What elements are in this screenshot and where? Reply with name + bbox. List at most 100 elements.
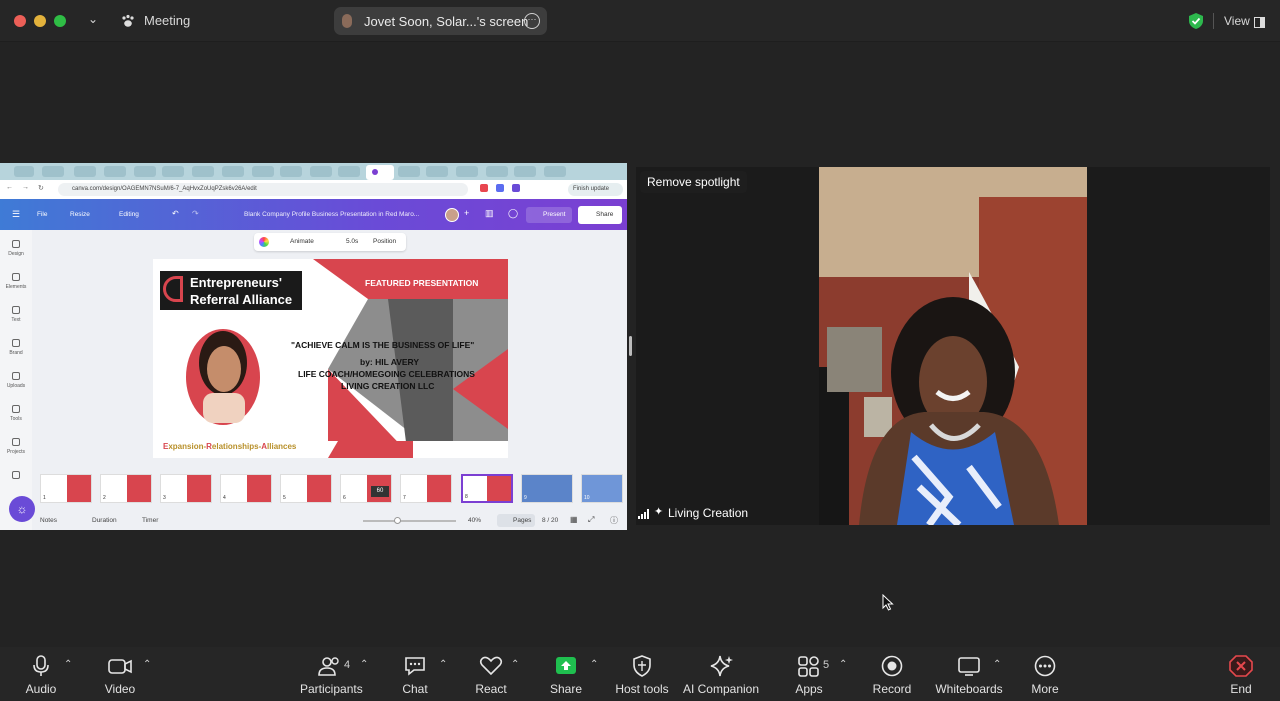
- sidebar-item-brand[interactable]: Brand: [0, 339, 32, 356]
- plus-icon[interactable]: +: [464, 208, 469, 218]
- view-layout-icon[interactable]: [1254, 15, 1265, 33]
- video-button[interactable]: Video: [100, 647, 140, 701]
- split-handle[interactable]: [629, 336, 632, 356]
- participants-button[interactable]: Participants: [300, 647, 363, 701]
- page-thumbnail[interactable]: 3: [160, 474, 212, 503]
- color-picker-icon[interactable]: [259, 237, 269, 247]
- file-menu[interactable]: File: [37, 211, 47, 218]
- view-button[interactable]: View: [1224, 14, 1250, 28]
- page-thumbnail[interactable]: 5: [280, 474, 332, 503]
- participants-count: 4: [344, 659, 351, 671]
- browser-tab-strip[interactable]: [0, 163, 627, 180]
- editing-menu[interactable]: Editing: [119, 211, 139, 218]
- video-camera-icon: [107, 655, 133, 677]
- timer-button[interactable]: Timer: [142, 517, 158, 524]
- page-thumbnail[interactable]: 6 60: [340, 474, 392, 503]
- zoom-level[interactable]: 40%: [468, 517, 481, 524]
- page-thumbnail[interactable]: 7: [400, 474, 452, 503]
- whiteboards-options-chevron-icon[interactable]: ⌃: [993, 659, 1001, 670]
- close-window-button[interactable]: [14, 15, 26, 27]
- grid-view-icon[interactable]: ▦: [570, 515, 578, 524]
- elements-icon: [12, 273, 20, 281]
- react-button[interactable]: React: [470, 647, 512, 701]
- page-thumbnail[interactable]: 2: [100, 474, 152, 503]
- extension-icon[interactable]: [496, 184, 504, 192]
- extension-icon[interactable]: [512, 184, 520, 192]
- shared-screen[interactable]: ← → ↻ canva.com/design/OAGEMN7NSuM/6-7_A…: [0, 163, 627, 530]
- folder-icon: [12, 438, 20, 446]
- page-thumbnail[interactable]: 10: [581, 474, 623, 503]
- maximize-window-button[interactable]: [54, 15, 66, 27]
- chat-options-chevron-icon[interactable]: ⌃: [439, 659, 447, 670]
- avatar[interactable]: [445, 208, 459, 222]
- more-button[interactable]: More: [1025, 647, 1065, 701]
- duration-badge: 60: [371, 486, 389, 497]
- heart-icon: [478, 655, 504, 677]
- share-button[interactable]: Share: [578, 206, 622, 224]
- sidebar-item-apps[interactable]: [0, 471, 32, 482]
- remove-spotlight-button[interactable]: Remove spotlight: [640, 171, 747, 193]
- extension-icon[interactable]: [480, 184, 488, 192]
- reload-icon[interactable]: ↻: [38, 184, 44, 192]
- share-options-chevron-icon[interactable]: ⌃: [590, 659, 598, 670]
- present-button[interactable]: Present: [526, 207, 572, 223]
- minimize-window-button[interactable]: [34, 15, 46, 27]
- sidebar-item-tools[interactable]: Tools: [0, 405, 32, 422]
- more-options-icon[interactable]: ⋯: [524, 13, 540, 29]
- comment-icon[interactable]: ◯: [508, 208, 518, 219]
- resize-menu[interactable]: Resize: [70, 211, 90, 218]
- react-label: React: [475, 682, 507, 696]
- menu-icon[interactable]: ☰: [12, 209, 20, 220]
- url-field[interactable]: canva.com/design/OAGEMN7NSuM/6-7_AqHvxZo…: [58, 183, 468, 196]
- document-title[interactable]: Blank Company Profile Business Presentat…: [244, 211, 419, 218]
- apps-options-chevron-icon[interactable]: ⌃: [839, 659, 847, 670]
- fullscreen-icon[interactable]: ⤢: [588, 515, 594, 525]
- canva-top-bar: ☰ File Resize Editing ↶ ↷ Blank Company …: [0, 199, 627, 230]
- back-icon[interactable]: ←: [6, 184, 13, 191]
- apps-button[interactable]: Apps: [788, 647, 830, 701]
- finish-update-button[interactable]: Finish update: [568, 183, 623, 196]
- help-icon[interactable]: ⓘ: [610, 515, 618, 526]
- sidebar-item-uploads[interactable]: Uploads: [0, 372, 32, 389]
- position-button[interactable]: Position: [373, 238, 396, 245]
- host-tools-button[interactable]: Host tools: [612, 647, 672, 701]
- zoom-slider-handle[interactable]: [394, 517, 401, 524]
- company-logo: Entrepreneurs' Referral Alliance: [160, 271, 302, 310]
- react-options-chevron-icon[interactable]: ⌃: [511, 659, 519, 670]
- end-meeting-button[interactable]: End: [1222, 647, 1260, 701]
- redo-icon[interactable]: ↷: [192, 209, 199, 218]
- page-thumbnail[interactable]: 9: [521, 474, 573, 503]
- mouse-cursor-icon: [882, 593, 894, 616]
- video-options-chevron-icon[interactable]: ⌃: [143, 659, 151, 670]
- share-screen-button[interactable]: Share: [546, 647, 586, 701]
- sidebar-item-design[interactable]: Design: [0, 240, 32, 257]
- audio-button[interactable]: Audio: [20, 647, 62, 701]
- undo-icon[interactable]: ↶: [172, 209, 179, 218]
- sidebar-item-projects[interactable]: Projects: [0, 438, 32, 455]
- screen-share-pill[interactable]: Jovet Soon, Solar...'s screen ⋯: [334, 7, 547, 35]
- pages-button[interactable]: Pages: [497, 514, 535, 527]
- page-thumbnail-selected[interactable]: 8: [461, 474, 513, 503]
- animate-button[interactable]: Animate: [290, 238, 314, 245]
- duration-button[interactable]: Duration: [92, 517, 117, 524]
- whiteboards-button[interactable]: Whiteboards: [934, 647, 1004, 701]
- audio-options-chevron-icon[interactable]: ⌃: [64, 659, 72, 670]
- forward-icon[interactable]: →: [22, 184, 29, 191]
- slide-canvas[interactable]: Entrepreneurs' Referral Alliance FEATURE…: [153, 259, 508, 458]
- ai-companion-button[interactable]: AI Companion: [680, 647, 762, 701]
- analytics-icon[interactable]: ▥: [485, 208, 494, 219]
- page-thumbnail[interactable]: 1: [40, 474, 92, 503]
- chat-button[interactable]: Chat: [395, 647, 435, 701]
- shield-check-icon[interactable]: [1187, 12, 1205, 35]
- zoom-slider[interactable]: [363, 520, 456, 522]
- duration-button[interactable]: 5.0s: [346, 238, 358, 245]
- notes-button[interactable]: Notes: [40, 517, 57, 524]
- sidebar-item-text[interactable]: Text: [0, 306, 32, 323]
- canva-sidebar: Design Elements Text Brand Uploads Tools…: [0, 230, 32, 530]
- record-button[interactable]: Record: [870, 647, 914, 701]
- chevron-down-icon[interactable]: ⌄: [88, 12, 98, 26]
- page-thumbnail[interactable]: 4: [220, 474, 272, 503]
- tools-icon: [12, 405, 20, 413]
- sidebar-item-elements[interactable]: Elements: [0, 273, 32, 290]
- participants-options-chevron-icon[interactable]: ⌃: [360, 659, 368, 670]
